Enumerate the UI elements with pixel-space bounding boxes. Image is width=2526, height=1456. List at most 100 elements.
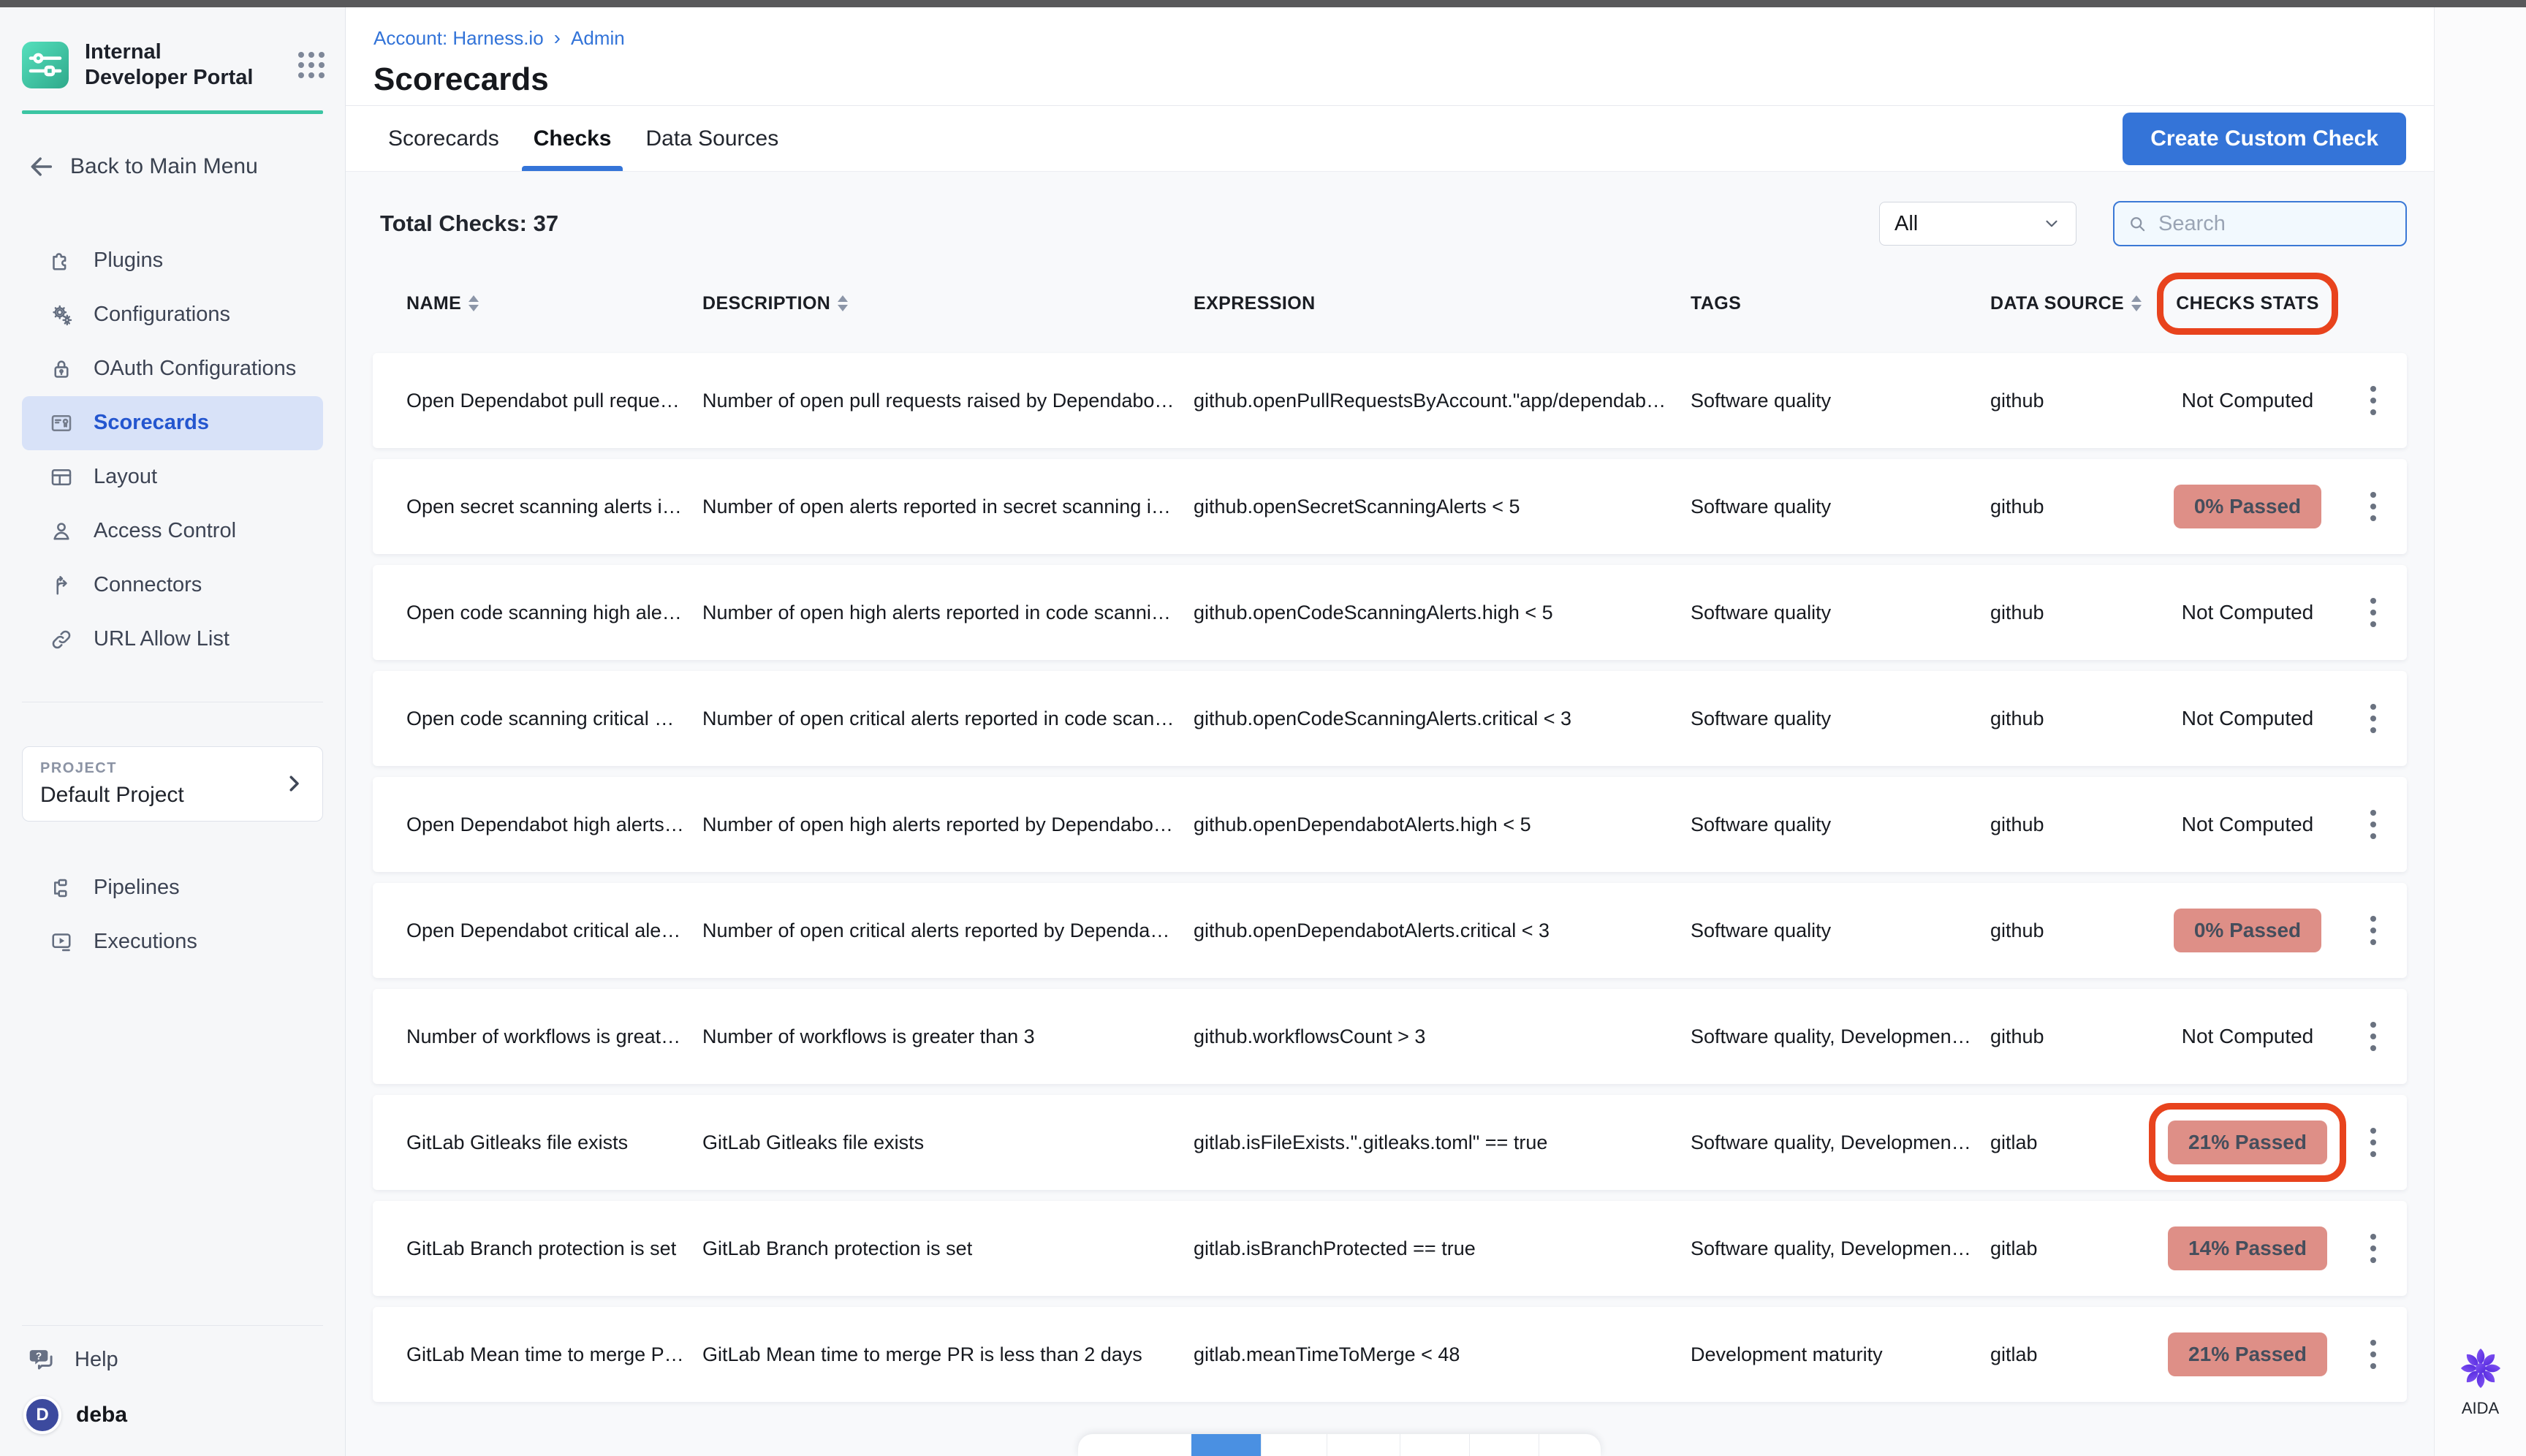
user-menu[interactable]: D deba <box>23 1396 323 1434</box>
check-data-source: github <box>1990 390 2156 412</box>
sidebar-item-access-control[interactable]: Access Control <box>22 504 323 558</box>
sidebar-item-pipelines[interactable]: Pipelines <box>22 861 323 915</box>
check-name: GitLab Gitleaks file exists <box>406 1131 702 1154</box>
check-name: Open secret scanning alerts is ... <box>406 496 702 518</box>
row-menu-kebab-icon[interactable] <box>2360 379 2386 422</box>
sidebar-item-scorecards[interactable]: Scorecards <box>22 396 323 450</box>
breadcrumb: Account: Harness.io › Admin <box>373 26 2434 50</box>
pagination-segment[interactable] <box>1400 1434 1469 1456</box>
annotation-wrap: 21% Passed <box>2168 1121 2327 1164</box>
row-menu-kebab-icon[interactable] <box>2360 485 2386 528</box>
check-name: Open code scanning critical ale... <box>406 708 702 730</box>
check-description: GitLab Branch protection is set <box>702 1237 1194 1260</box>
check-data-source: github <box>1990 708 2156 730</box>
pagination-bar[interactable] <box>1078 1434 1601 1456</box>
table-row[interactable]: Open secret scanning alerts is ...Number… <box>373 459 2407 554</box>
sort-icon[interactable] <box>469 295 479 311</box>
breadcrumb-account[interactable]: Account: Harness.io <box>373 27 544 50</box>
filter-select[interactable]: All <box>1879 202 2076 246</box>
row-menu-kebab-icon[interactable] <box>2360 909 2386 952</box>
sidebar-item-label: Pipelines <box>94 876 180 900</box>
sort-icon[interactable] <box>2131 295 2142 311</box>
column-header-description[interactable]: DESCRIPTION <box>702 293 1194 314</box>
sidebar-item-configurations[interactable]: Configurations <box>22 288 323 342</box>
check-expression: gitlab.isBranchProtected == true <box>1194 1237 1691 1260</box>
pagination-segment[interactable] <box>1539 1434 1601 1456</box>
check-description: GitLab Mean time to merge PR is less tha… <box>702 1343 1194 1366</box>
check-tags: Software quality <box>1691 602 1990 624</box>
check-tags: Development maturity <box>1691 1343 1990 1366</box>
tab-scorecards[interactable]: Scorecards <box>388 106 499 171</box>
sidebar-nav: PluginsConfigurationsOAuth Configuration… <box>0 234 345 667</box>
sidebar-item-layout[interactable]: Layout <box>22 450 323 504</box>
stats-badge: 21% Passed <box>2168 1121 2327 1164</box>
page-title: Scorecards <box>373 61 2434 98</box>
avatar: D <box>23 1396 61 1434</box>
row-menu-kebab-icon[interactable] <box>2360 591 2386 634</box>
check-name: Open code scanning high alert... <box>406 602 702 624</box>
project-name: Default Project <box>40 783 283 808</box>
row-menu-kebab-icon[interactable] <box>2360 697 2386 740</box>
tab-data-sources[interactable]: Data Sources <box>645 106 778 171</box>
aida-label: AIDA <box>2462 1399 2499 1418</box>
sidebar-item-label: Executions <box>94 930 197 954</box>
checks-stats-cell: Not Computed <box>2156 1025 2339 1048</box>
app-grid-icon[interactable] <box>298 52 325 78</box>
stats-badge: 0% Passed <box>2174 485 2321 528</box>
check-data-source: github <box>1990 814 2156 836</box>
row-menu-kebab-icon[interactable] <box>2360 1226 2386 1270</box>
table-row[interactable]: Open Dependabot pull request...Number of… <box>373 353 2407 448</box>
sidebar-item-plugins[interactable]: Plugins <box>22 234 323 288</box>
aida-button[interactable]: AIDA <box>2457 1345 2504 1418</box>
pagination-segment[interactable] <box>1261 1434 1327 1456</box>
column-header-name[interactable]: NAME <box>406 293 702 314</box>
table-row[interactable]: GitLab Mean time to merge PR ...GitLab M… <box>373 1307 2407 1402</box>
row-menu-kebab-icon[interactable] <box>2360 1121 2386 1164</box>
check-description: Number of open critical alerts reported … <box>702 708 1194 730</box>
table-row[interactable]: GitLab Branch protection is setGitLab Br… <box>373 1201 2407 1296</box>
table-row[interactable]: Open Dependabot critical alert...Number … <box>373 883 2407 978</box>
check-description: Number of open high alerts reported by D… <box>702 814 1194 836</box>
check-expression: github.openCodeScanningAlerts.critical <… <box>1194 708 1691 730</box>
row-menu-kebab-icon[interactable] <box>2360 1015 2386 1058</box>
pagination-active-page[interactable] <box>1191 1434 1261 1456</box>
sidebar-item-connectors[interactable]: Connectors <box>22 558 323 613</box>
checks-stats-cell: 0% Passed <box>2156 909 2339 952</box>
table-row[interactable]: GitLab Gitleaks file existsGitLab Gitlea… <box>373 1095 2407 1190</box>
table-row[interactable]: Open Dependabot high alerts i...Number o… <box>373 777 2407 872</box>
check-description: Number of open critical alerts reported … <box>702 920 1194 942</box>
sort-icon[interactable] <box>838 295 848 311</box>
stats-text: Not Computed <box>2182 813 2314 836</box>
breadcrumb-admin[interactable]: Admin <box>571 27 625 50</box>
create-custom-check-button[interactable]: Create Custom Check <box>2123 113 2406 165</box>
table-row[interactable]: Open code scanning high alert...Number o… <box>373 565 2407 660</box>
check-expression: github.openDependabotAlerts.high < 5 <box>1194 814 1691 836</box>
sidebar-item-executions[interactable]: Executions <box>22 915 323 969</box>
check-description: Number of open alerts reported in secret… <box>702 496 1194 518</box>
back-to-main-menu[interactable]: Back to Main Menu <box>26 152 323 181</box>
help-button[interactable]: ? Help <box>26 1343 323 1376</box>
column-header-data-source[interactable]: DATA SOURCE <box>1990 293 2156 314</box>
row-menu-kebab-icon[interactable] <box>2360 1332 2386 1376</box>
chevron-right-icon <box>283 773 305 795</box>
tab-checks[interactable]: Checks <box>534 106 612 171</box>
table-row[interactable]: Open code scanning critical ale...Number… <box>373 671 2407 766</box>
check-description: Number of open high alerts reported in c… <box>702 602 1194 624</box>
check-tags: Software quality, Development... <box>1691 1237 1990 1260</box>
check-data-source: gitlab <box>1990 1343 2156 1366</box>
right-rail: AIDA <box>2434 7 2526 1456</box>
check-data-source: gitlab <box>1990 1237 2156 1260</box>
sidebar-item-oauth-configurations[interactable]: OAuth Configurations <box>22 342 323 396</box>
sidebar-item-url-allow-list[interactable]: URL Allow List <box>22 613 323 667</box>
check-name: Open Dependabot high alerts i... <box>406 814 702 836</box>
check-description: Number of workflows is greater than 3 <box>702 1025 1194 1048</box>
pagination-segment[interactable] <box>1078 1434 1191 1456</box>
row-menu-kebab-icon[interactable] <box>2360 803 2386 846</box>
pagination-segment[interactable] <box>1327 1434 1400 1456</box>
search-input[interactable] <box>2158 212 2394 236</box>
checks-stats-cell: Not Computed <box>2156 389 2339 412</box>
table-row[interactable]: Number of workflows is greate...Number o… <box>373 989 2407 1084</box>
project-selector[interactable]: PROJECT Default Project <box>22 746 323 822</box>
pagination-segment[interactable] <box>1469 1434 1539 1456</box>
svg-text:?: ? <box>36 1351 42 1362</box>
